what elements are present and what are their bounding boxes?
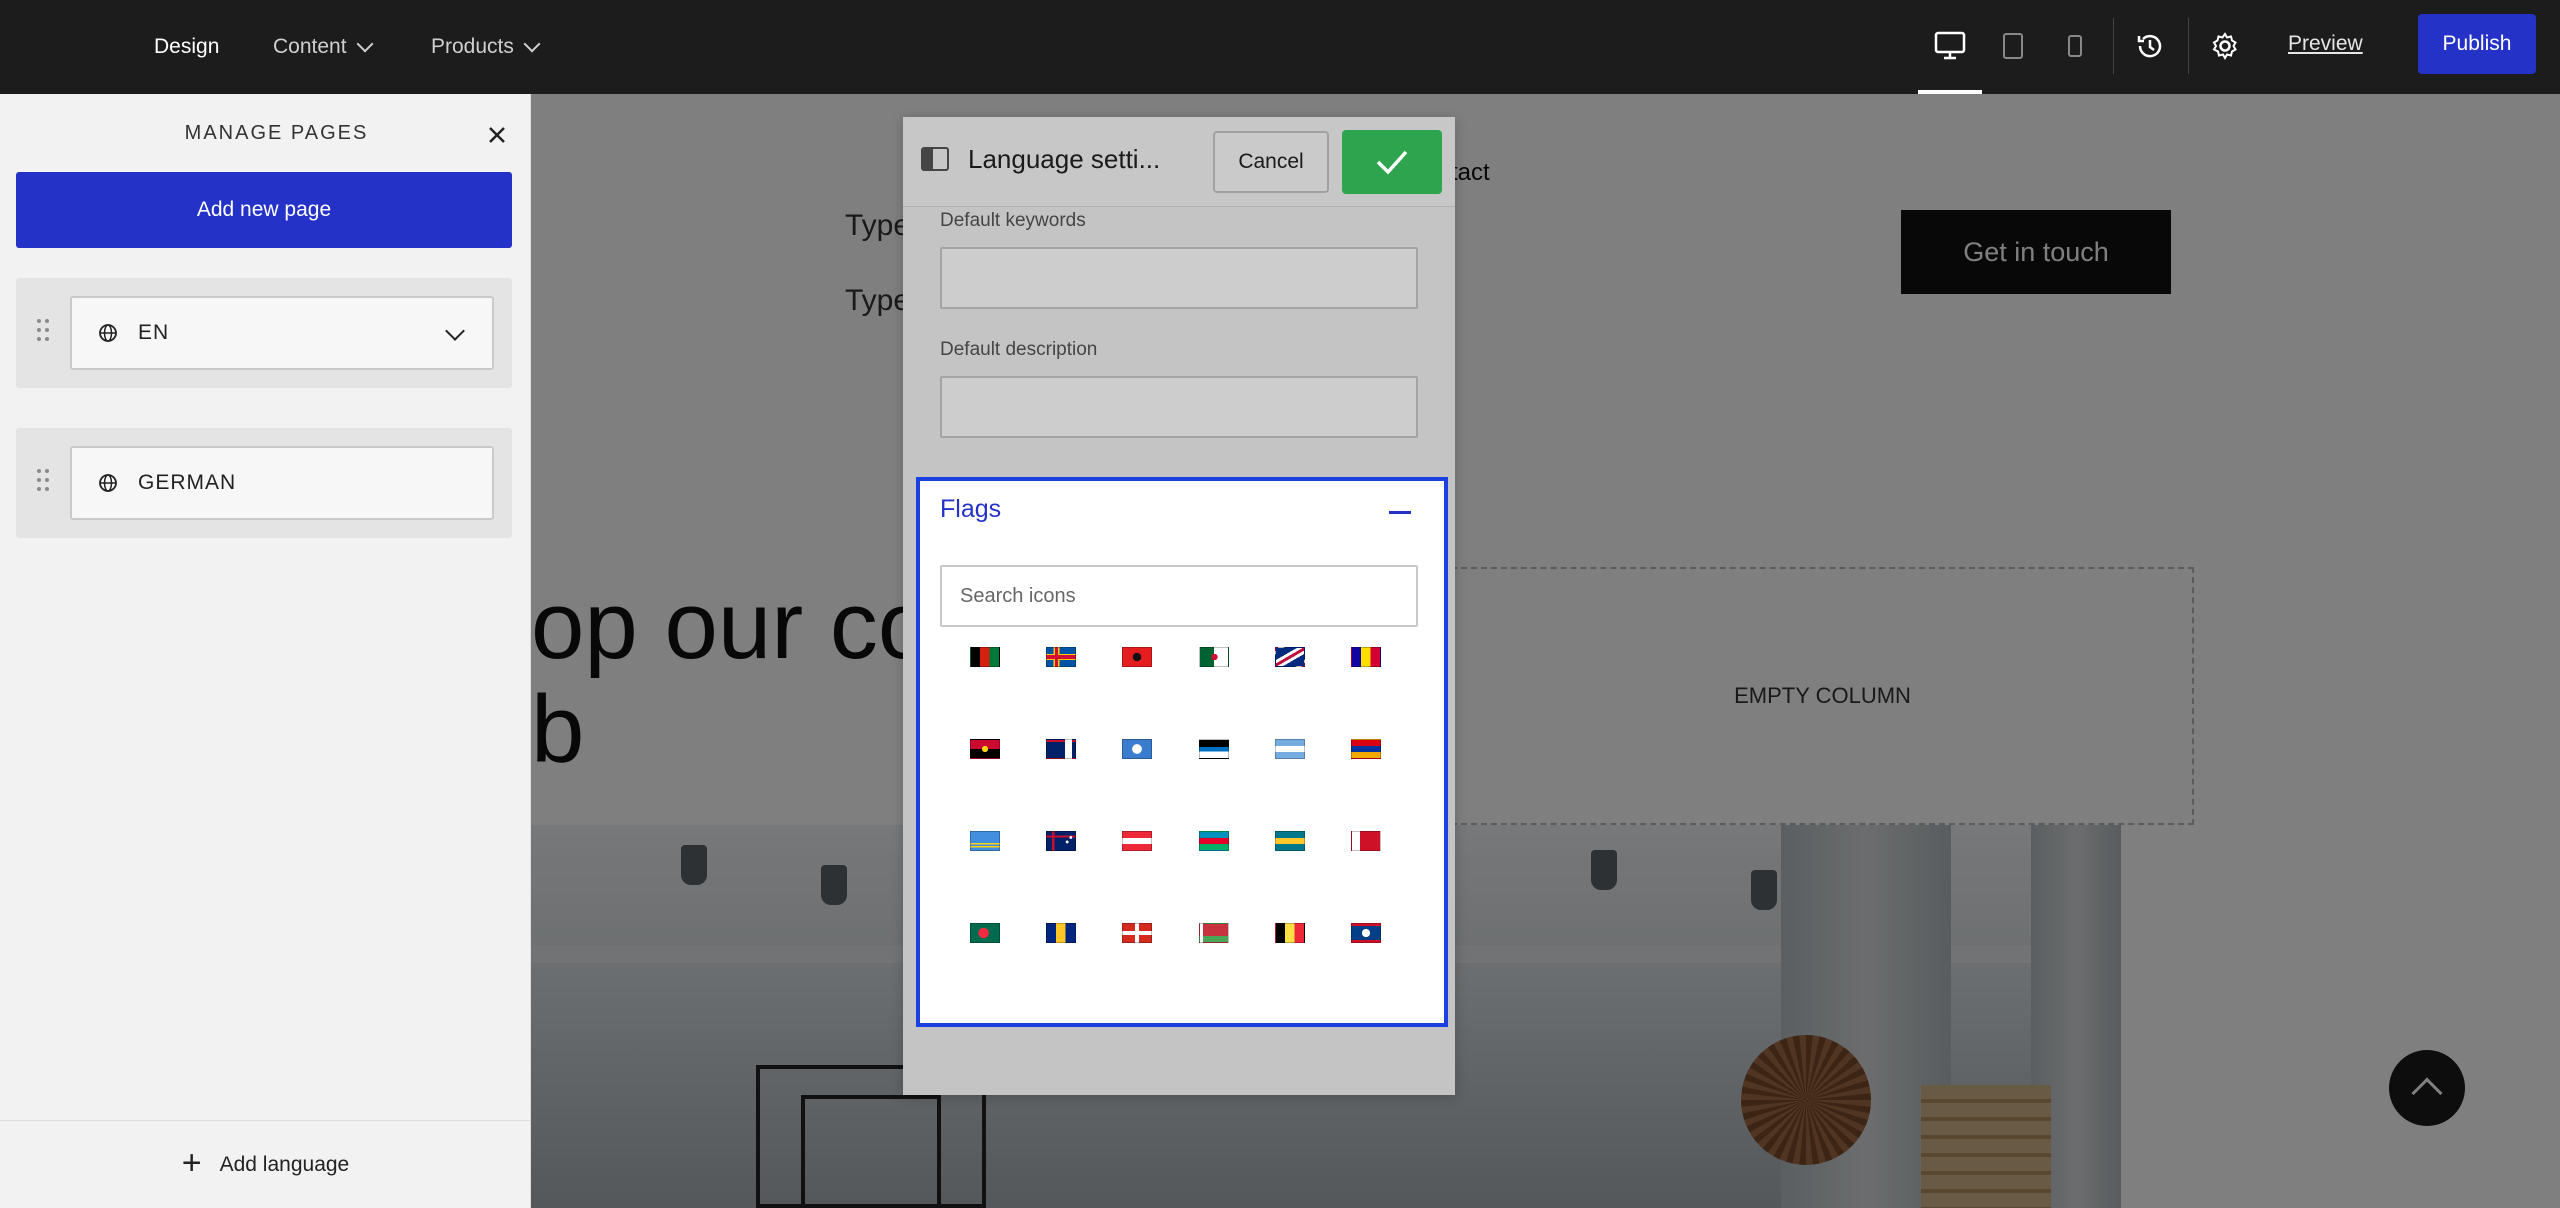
modal-overlay bbox=[531, 94, 2560, 1208]
manage-pages-panel: MANAGE PAGES Add new page EN GERMAN + Ad… bbox=[0, 94, 531, 1208]
language-block-en: EN bbox=[16, 278, 512, 388]
top-toolbar: Design Content Products Preview Publish bbox=[0, 0, 2560, 94]
flag-antigua-and-barbuda-icon[interactable] bbox=[1199, 739, 1229, 759]
flag-aland-islands-icon[interactable] bbox=[1046, 647, 1076, 667]
flag-algeria-icon[interactable] bbox=[1199, 647, 1229, 667]
flags-section-title: Flags bbox=[940, 495, 1002, 523]
desktop-view-icon[interactable] bbox=[1930, 26, 1970, 66]
flag-albania-icon[interactable] bbox=[1122, 647, 1152, 667]
flag-afghanistan-icon[interactable] bbox=[970, 647, 1000, 667]
drag-handle-icon[interactable] bbox=[36, 468, 50, 492]
flag-bahrain-icon[interactable] bbox=[1351, 831, 1381, 851]
globe-icon bbox=[98, 323, 118, 343]
default-keywords-label: Default keywords bbox=[940, 210, 1086, 231]
nav-design[interactable]: Design bbox=[154, 30, 219, 64]
chevron-down-icon bbox=[356, 35, 374, 53]
preview-link[interactable]: Preview bbox=[2288, 32, 2363, 56]
default-keywords-input[interactable] bbox=[940, 247, 1418, 309]
flag-barbados-icon[interactable] bbox=[1046, 923, 1076, 943]
flag-belarus-icon[interactable] bbox=[1199, 923, 1229, 943]
history-icon[interactable] bbox=[2130, 26, 2170, 66]
publish-button[interactable]: Publish bbox=[2418, 14, 2536, 74]
flag-american-samoa-icon[interactable] bbox=[1275, 647, 1305, 667]
tablet-view-icon[interactable] bbox=[1993, 26, 2033, 66]
language-block-german: GERMAN bbox=[16, 428, 512, 538]
language-select-german[interactable]: GERMAN bbox=[70, 446, 494, 520]
gear-icon[interactable] bbox=[2205, 26, 2245, 66]
flag-belize-icon[interactable] bbox=[1351, 923, 1381, 943]
toolbar-divider bbox=[2113, 18, 2114, 74]
add-new-page-button[interactable]: Add new page bbox=[16, 172, 512, 248]
mobile-view-icon[interactable] bbox=[2055, 26, 2095, 66]
flag-bahamas-icon[interactable] bbox=[1275, 831, 1305, 851]
flag-angola-icon[interactable] bbox=[970, 739, 1000, 759]
flag-austria-icon[interactable] bbox=[1122, 831, 1152, 851]
sidebar-panel-icon bbox=[921, 147, 949, 171]
flag-anguilla-icon[interactable] bbox=[1046, 739, 1076, 759]
default-description-label: Default description bbox=[940, 339, 1098, 360]
panel-title: MANAGE PAGES bbox=[184, 122, 369, 144]
chevron-down-icon bbox=[523, 35, 541, 53]
flags-icon-picker: Flags bbox=[916, 477, 1448, 1027]
page-canvas: Type Type tact Get in touch op our co b … bbox=[531, 94, 2560, 1208]
nav-content[interactable]: Content bbox=[273, 30, 374, 64]
close-icon[interactable] bbox=[482, 120, 512, 150]
nav-content-label: Content bbox=[273, 35, 347, 58]
flag-antarctica-icon[interactable] bbox=[1122, 739, 1152, 759]
nav-products[interactable]: Products bbox=[431, 30, 541, 64]
chevron-down-icon[interactable] bbox=[445, 321, 465, 341]
plus-icon: + bbox=[181, 1143, 202, 1182]
add-language-button[interactable]: + Add language bbox=[0, 1120, 531, 1208]
drag-handle-icon[interactable] bbox=[36, 318, 50, 342]
language-label: GERMAN bbox=[138, 471, 237, 494]
language-label: EN bbox=[138, 321, 170, 344]
flag-armenia-icon[interactable] bbox=[1351, 739, 1381, 759]
nav-products-label: Products bbox=[431, 35, 514, 58]
language-settings-dialog: Language setti... Cancel Default keyword… bbox=[903, 117, 1455, 1095]
globe-icon bbox=[98, 473, 118, 493]
dialog-header: Language setti... Cancel bbox=[903, 117, 1455, 207]
toolbar-divider bbox=[2188, 18, 2189, 74]
flag-andorra-icon[interactable] bbox=[1351, 647, 1381, 667]
nav-design-label: Design bbox=[154, 35, 220, 58]
confirm-button[interactable] bbox=[1342, 130, 1442, 194]
flag-belgium-icon[interactable] bbox=[1275, 923, 1305, 943]
flag-azerbaijan-icon[interactable] bbox=[1199, 831, 1229, 851]
language-select-en[interactable]: EN bbox=[70, 296, 494, 370]
flag-bangladesh-icon[interactable] bbox=[970, 923, 1000, 943]
flag-basque-country-icon[interactable] bbox=[1122, 923, 1152, 943]
cancel-button[interactable]: Cancel bbox=[1213, 131, 1329, 193]
flag-aruba-icon[interactable] bbox=[970, 831, 1000, 851]
search-icons-input[interactable] bbox=[940, 565, 1418, 627]
minus-icon[interactable] bbox=[1389, 511, 1411, 514]
default-description-input[interactable] bbox=[940, 376, 1418, 438]
flag-argentina-icon[interactable] bbox=[1275, 739, 1305, 759]
dialog-title: Language setti... bbox=[968, 144, 1161, 174]
checkmark-icon bbox=[1376, 150, 1408, 175]
add-language-label: Add language bbox=[219, 1152, 350, 1176]
flag-australia-icon[interactable] bbox=[1046, 831, 1076, 851]
